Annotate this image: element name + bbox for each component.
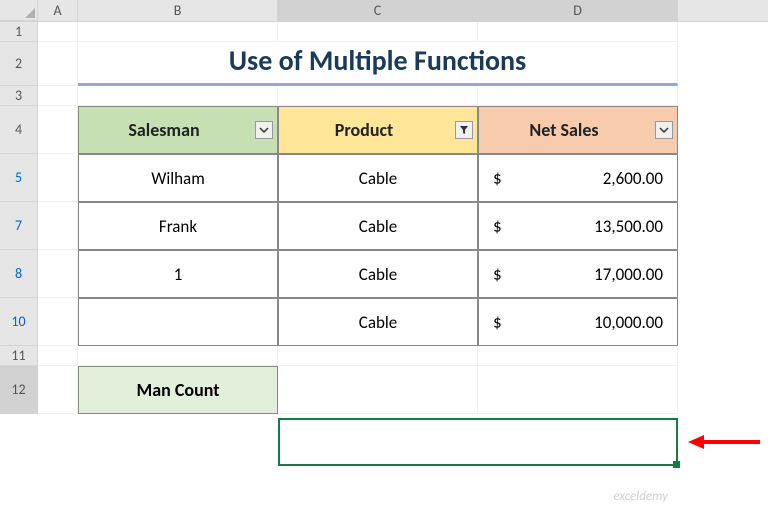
filter-button-salesman[interactable] (255, 121, 273, 139)
row-8: 8 1 Cable $ 17,000.00 (0, 250, 768, 298)
col-header-D[interactable]: D (478, 0, 678, 21)
annotation-arrow-icon (688, 432, 760, 452)
cell-D12[interactable] (478, 366, 678, 414)
cell-netsales-10[interactable]: $ 10,000.00 (478, 298, 678, 346)
cell-selection-box (278, 418, 678, 466)
row-11: 11 (0, 346, 768, 366)
cell-C12[interactable] (278, 366, 478, 414)
row-2: 2 Use of Multiple Functions (0, 42, 768, 86)
header-netsales-label: Net Sales (484, 119, 672, 141)
row-header-10[interactable]: 10 (0, 298, 38, 346)
spreadsheet-grid: A B C D 1 2 Use of Multiple Functions 3 … (0, 0, 768, 524)
cell-A10[interactable] (38, 298, 78, 346)
cell-A2[interactable] (38, 42, 78, 86)
row-7: 7 Frank Cable $ 13,500.00 (0, 202, 768, 250)
cell-A5[interactable] (38, 154, 78, 202)
selection-fill-handle[interactable] (673, 461, 680, 468)
cell-D1[interactable] (478, 22, 678, 42)
row-header-7[interactable]: 7 (0, 202, 38, 250)
cell-A7[interactable] (38, 202, 78, 250)
cell-C11[interactable] (278, 346, 478, 366)
header-product[interactable]: Product (278, 106, 478, 154)
header-salesman-label: Salesman (84, 119, 272, 141)
filter-button-product[interactable] (455, 121, 473, 139)
mancount-label-cell[interactable]: Man Count (78, 366, 278, 414)
cell-netsales-5[interactable]: $ 2,600.00 (478, 154, 678, 202)
cell-salesman-5[interactable]: Wilham (78, 154, 278, 202)
row-5: 5 Wilham Cable $ 2,600.00 (0, 154, 768, 202)
row-12: 12 Man Count (0, 366, 768, 414)
cell-A11[interactable] (38, 346, 78, 366)
row-header-1[interactable]: 1 (0, 22, 38, 42)
amount-value: 17,000.00 (594, 264, 663, 285)
cell-A4[interactable] (38, 106, 78, 154)
amount-value: 13,500.00 (594, 216, 663, 237)
cell-salesman-8[interactable]: 1 (78, 250, 278, 298)
cell-product-10[interactable]: Cable (278, 298, 478, 346)
row-header-4[interactable]: 4 (0, 106, 38, 154)
row-header-2[interactable]: 2 (0, 42, 38, 86)
row-header-8[interactable]: 8 (0, 250, 38, 298)
col-header-A[interactable]: A (38, 0, 78, 21)
cell-A8[interactable] (38, 250, 78, 298)
cell-D11[interactable] (478, 346, 678, 366)
header-salesman[interactable]: Salesman (78, 106, 278, 154)
cell-A1[interactable] (38, 22, 78, 42)
cell-A12[interactable] (38, 366, 78, 414)
column-headers-row: A B C D (0, 0, 768, 22)
row-3: 3 (0, 86, 768, 106)
cell-C3[interactable] (278, 86, 478, 106)
currency-symbol: $ (493, 264, 502, 285)
cell-B1[interactable] (78, 22, 278, 42)
row-1: 1 (0, 22, 768, 42)
cell-salesman-10[interactable] (78, 298, 278, 346)
row-header-3[interactable]: 3 (0, 86, 38, 106)
col-header-C[interactable]: C (278, 0, 478, 21)
cell-product-8[interactable]: Cable (278, 250, 478, 298)
cell-netsales-7[interactable]: $ 13,500.00 (478, 202, 678, 250)
cell-B11[interactable] (78, 346, 278, 366)
amount-value: 10,000.00 (594, 312, 663, 333)
cell-netsales-8[interactable]: $ 17,000.00 (478, 250, 678, 298)
cell-product-7[interactable]: Cable (278, 202, 478, 250)
row-header-5[interactable]: 5 (0, 154, 38, 202)
row-4: 4 Salesman Product Net Sales (0, 106, 768, 154)
cell-product-5[interactable]: Cable (278, 154, 478, 202)
row-header-12[interactable]: 12 (0, 366, 38, 414)
chevron-down-icon (659, 125, 669, 135)
header-product-label: Product (284, 119, 472, 141)
currency-symbol: $ (493, 216, 502, 237)
row-10: 10 Cable $ 10,000.00 (0, 298, 768, 346)
title-cell[interactable]: Use of Multiple Functions (78, 42, 678, 86)
cell-B3[interactable] (78, 86, 278, 106)
currency-symbol: $ (493, 312, 502, 333)
row-header-11[interactable]: 11 (0, 346, 38, 366)
cell-C1[interactable] (278, 22, 478, 42)
cell-salesman-7[interactable]: Frank (78, 202, 278, 250)
amount-value: 2,600.00 (603, 168, 663, 189)
currency-symbol: $ (493, 168, 502, 189)
select-all-corner[interactable] (0, 0, 38, 21)
col-header-B[interactable]: B (78, 0, 278, 21)
chevron-down-icon (259, 125, 269, 135)
cell-A3[interactable] (38, 86, 78, 106)
cell-D3[interactable] (478, 86, 678, 106)
filter-button-netsales[interactable] (655, 121, 673, 139)
filter-active-icon (459, 125, 469, 135)
watermark-text: exceldemy (613, 489, 668, 504)
header-netsales[interactable]: Net Sales (478, 106, 678, 154)
